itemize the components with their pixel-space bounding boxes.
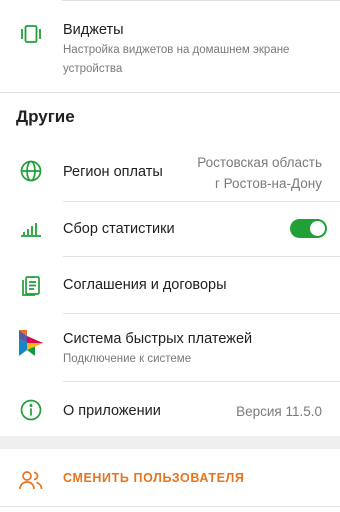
app-version: Версия 11.5.0 <box>236 404 322 419</box>
payment-region-row[interactable]: Регион оплаты Ростовская область г Росто… <box>0 145 340 198</box>
documents-icon <box>16 270 46 300</box>
signal-bars-icon <box>16 213 46 243</box>
divider <box>0 92 340 93</box>
bottom-divider <box>0 506 340 507</box>
toggle-knob <box>310 221 325 236</box>
sbp-title: Система быстрых платежей <box>63 331 253 347</box>
agreements-title: Соглашения и договоры <box>63 277 227 293</box>
statistics-title: Сбор статистики <box>63 221 175 237</box>
section-title: Другие <box>16 107 75 126</box>
about-row[interactable]: О приложении Версия 11.5.0 <box>0 382 340 436</box>
switch-user-button[interactable]: СМЕНИТЬ ПОЛЬЗОВАТЕЛЯ <box>63 471 244 485</box>
globe-icon <box>16 156 46 186</box>
widgets-icon <box>16 19 46 49</box>
users-icon <box>16 465 46 495</box>
payment-region-value-line1: Ростовская область <box>197 155 322 170</box>
payment-region-title: Регион оплаты <box>63 164 163 180</box>
widgets-row[interactable]: Виджеты Настройка виджетов на домашнем э… <box>0 0 340 92</box>
widgets-title: Виджеты <box>63 22 124 38</box>
statistics-toggle[interactable] <box>290 219 327 238</box>
sbp-logo-icon <box>16 328 46 358</box>
widgets-subtitle: Настройка виджетов на домашнем экране ус… <box>63 44 290 75</box>
payment-region-value-line2: г Ростов-на-Дону <box>214 176 322 191</box>
about-title: О приложении <box>63 403 161 419</box>
agreements-row[interactable]: Соглашения и договоры <box>0 257 340 313</box>
info-icon <box>16 395 46 425</box>
statistics-row[interactable]: Сбор статистики <box>0 202 340 256</box>
section-separator <box>0 436 340 449</box>
sbp-row[interactable]: Система быстрых платежей Подключение к с… <box>0 314 340 381</box>
payment-region-value: Ростовская область г Ростов-на-Дону <box>197 152 322 194</box>
sbp-subtitle: Подключение к системе <box>63 353 192 365</box>
